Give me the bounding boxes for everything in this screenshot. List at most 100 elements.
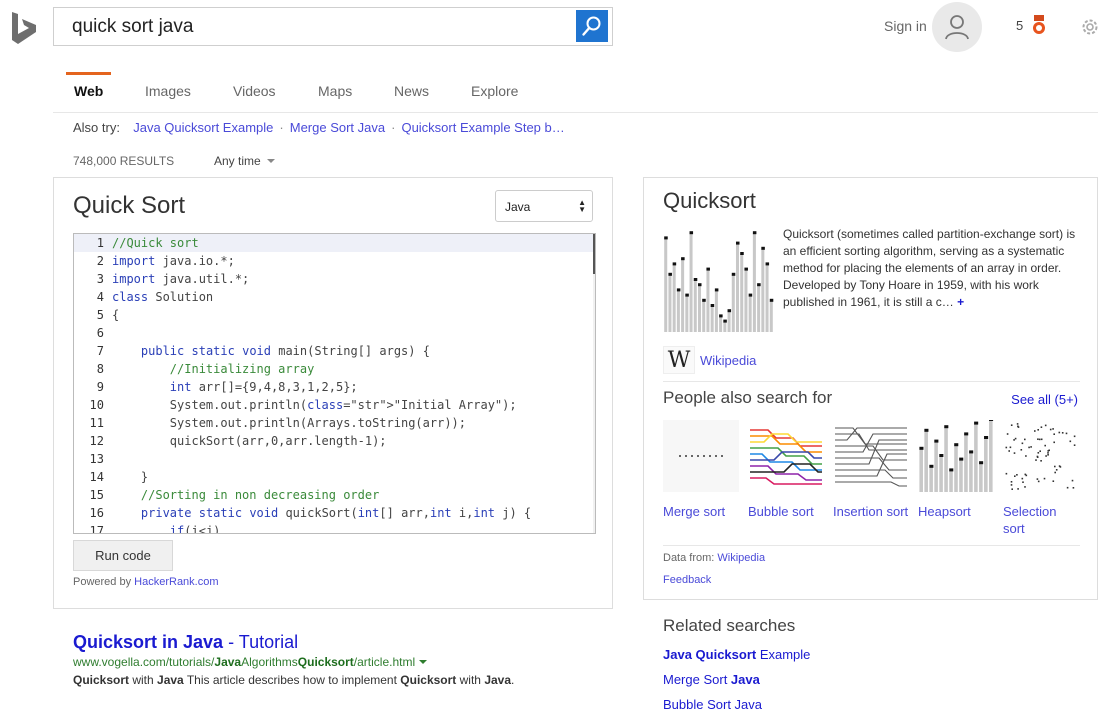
also-try-link[interactable]: Quicksort Example Step b…: [401, 120, 564, 135]
related-search-link[interactable]: Java Quicksort Example: [663, 647, 810, 662]
line-number: 15: [89, 488, 104, 502]
tab-news[interactable]: News: [394, 72, 429, 110]
code-line[interactable]: 5{: [74, 306, 595, 324]
code-card-title: Quick Sort: [73, 192, 186, 219]
result-title-link[interactable]: Quicksort in Java - Tutorial: [73, 632, 298, 653]
kp-description: Quicksort (sometimes called partition-ex…: [783, 226, 1083, 311]
code-line[interactable]: 17 if(i<j): [74, 522, 595, 534]
code-line[interactable]: 7 public static void main(String[] args)…: [74, 342, 595, 360]
quicksort-visualization-image[interactable]: [663, 228, 774, 332]
pas-label: Merge sort: [663, 504, 726, 519]
code-line[interactable]: 15 //Sorting in non decreasing order: [74, 486, 595, 504]
search-input[interactable]: [72, 8, 572, 45]
code-line[interactable]: 13: [74, 450, 595, 468]
pas-item-heapsort[interactable]: Heapsort: [918, 418, 994, 520]
code-text: {: [112, 308, 120, 322]
code-line[interactable]: 2 import java.io.*;: [74, 252, 595, 270]
source-wikipedia-link[interactable]: Wikipedia: [717, 552, 765, 564]
code-editor[interactable]: 1 //Quick sort 2 import java.io.*; 3 import j…: [73, 233, 596, 534]
code-text: if(i<j): [169, 524, 221, 534]
related-search-link[interactable]: Merge Sort Java: [663, 672, 760, 687]
line-number: 16: [89, 506, 104, 520]
related-part: Java: [730, 672, 760, 687]
code-line[interactable]: 12 quickSort(arr,0,arr.length-1);: [74, 432, 595, 450]
knowledge-panel: Quicksort Quicksort (sometimes called pa…: [643, 177, 1098, 600]
results-count: 748,000 RESULTS: [73, 154, 175, 168]
powered-prefix: Powered by: [73, 576, 135, 588]
run-code-button[interactable]: Run code: [73, 540, 173, 571]
see-all-link[interactable]: See all (5+): [1011, 392, 1078, 407]
pas-item-insertion-sort[interactable]: Insertion sort: [833, 420, 909, 520]
url-part: www.vogella.com/tutorials/: [73, 655, 215, 669]
code-text: import java.io.*;: [112, 254, 235, 268]
code-line[interactable]: 6: [74, 324, 595, 342]
line-number: 1: [96, 236, 104, 250]
also-try-bar: Also try: Java Quicksort Example · Merge S…: [73, 120, 565, 135]
code-line[interactable]: 10 System.out.println(class="str">"Initi…: [74, 396, 595, 414]
wikipedia-link[interactable]: Wikipedia: [700, 353, 756, 368]
kp-more-link[interactable]: +: [957, 295, 964, 309]
wikipedia-logo-icon[interactable]: W: [663, 346, 695, 374]
tab-maps[interactable]: Maps: [318, 72, 352, 110]
rewards-count[interactable]: 5: [1016, 18, 1023, 33]
pas-label: Bubble sort: [748, 504, 814, 519]
user-icon: [945, 15, 969, 40]
sign-in-link[interactable]: Sign in: [884, 18, 927, 34]
url-part: Algorithms: [241, 655, 298, 669]
line-number: 14: [89, 470, 104, 484]
kp-data-source: Data from: Wikipedia: [663, 552, 765, 564]
time-filter-dropdown[interactable]: Any time: [214, 154, 275, 168]
editor-scrollbar[interactable]: [593, 234, 595, 533]
rewards-medal-icon[interactable]: [1031, 15, 1047, 37]
language-value: Java: [505, 200, 531, 214]
code-line[interactable]: 9 int arr[]={9,4,8,3,1,2,5};: [74, 378, 595, 396]
related-part: Bubble Sort Java: [663, 697, 763, 712]
search-box: [53, 7, 613, 46]
related-search-link[interactable]: Bubble Sort Java: [663, 697, 762, 712]
also-try-link[interactable]: Merge Sort Java: [290, 120, 385, 135]
code-line[interactable]: 3 import java.util.*;: [74, 270, 595, 288]
code-line[interactable]: 4 class Solution: [74, 288, 595, 306]
result-url[interactable]: www.vogella.com/tutorials/JavaAlgorithms…: [73, 655, 428, 669]
also-try-link[interactable]: Java Quicksort Example: [133, 120, 273, 135]
source-prefix: Data from:: [663, 552, 718, 564]
line-number: 13: [89, 452, 104, 466]
hackerrank-link[interactable]: HackerRank.com: [134, 576, 218, 588]
code-line[interactable]: 14 }: [74, 468, 595, 486]
pas-item-selection-sort[interactable]: Selection sort: [1003, 420, 1079, 537]
snippet-part: This article describes how to implement: [183, 673, 401, 687]
editor-scroll-thumb[interactable]: [593, 234, 595, 274]
code-text: class Solution: [112, 290, 214, 304]
language-select[interactable]: Java ▲ ▼: [495, 190, 593, 222]
search-button[interactable]: [576, 10, 608, 42]
insertion-sort-thumbnail: [833, 420, 909, 492]
code-text: //Quick sort: [112, 236, 199, 250]
line-number: 10: [89, 398, 104, 412]
code-text: //Sorting in non decreasing order: [140, 488, 380, 502]
snippet-part: Java: [157, 673, 184, 687]
tab-web[interactable]: Web: [66, 72, 111, 110]
snippet-part: .: [511, 673, 515, 687]
code-line[interactable]: 1 //Quick sort: [74, 234, 595, 252]
code-line[interactable]: 8 //Initializing array: [74, 360, 595, 378]
snippet-part: Java: [484, 673, 512, 687]
tab-explore[interactable]: Explore: [471, 72, 518, 110]
feedback-link[interactable]: Feedback: [663, 574, 711, 586]
pas-item-bubble-sort[interactable]: Bubble sort: [748, 420, 824, 520]
avatar[interactable]: [932, 2, 982, 52]
code-line[interactable]: 11 System.out.println(Arrays.toString(ar…: [74, 414, 595, 432]
code-line[interactable]: 16 private static void quickSort(int[] a…: [74, 504, 595, 522]
merge-sort-thumbnail: [663, 420, 739, 492]
tab-images[interactable]: Images: [145, 72, 191, 110]
gear-icon[interactable]: [1080, 17, 1100, 37]
code-text: System.out.println(class="str">"Initial …: [112, 398, 517, 412]
bing-logo[interactable]: [10, 10, 38, 46]
line-number: 7: [96, 344, 104, 358]
line-number: 3: [96, 272, 104, 286]
pas-item-merge-sort[interactable]: Merge sort: [663, 420, 739, 520]
snippet-part: with: [129, 673, 158, 687]
kp-description-text: Quicksort (sometimes called partition-ex…: [783, 227, 1076, 309]
caret-down-icon[interactable]: [419, 660, 428, 664]
url-part: Java: [214, 655, 242, 669]
tab-videos[interactable]: Videos: [233, 72, 276, 110]
